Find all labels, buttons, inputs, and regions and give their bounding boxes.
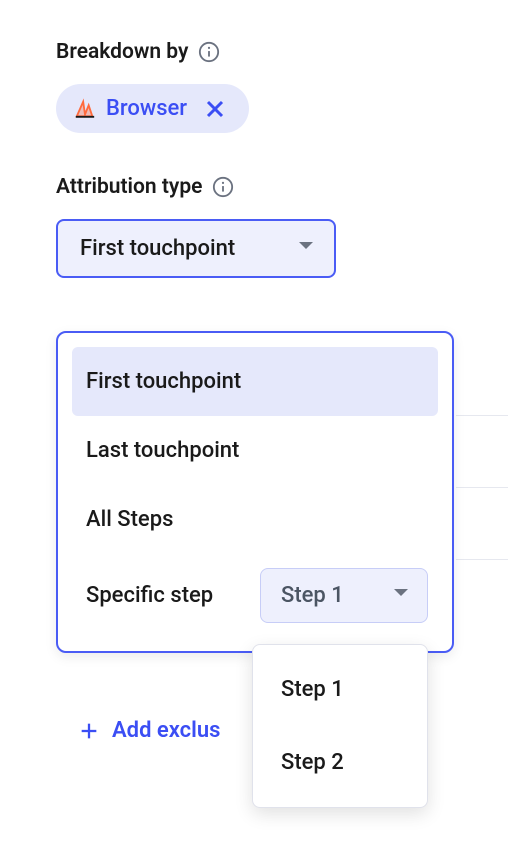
- option-first-touchpoint[interactable]: First touchpoint: [72, 347, 438, 416]
- option-label: First touchpoint: [86, 369, 241, 394]
- attribution-type-selected-value: First touchpoint: [80, 236, 235, 261]
- browser-icon: [74, 98, 96, 120]
- step-option-1[interactable]: Step 1: [253, 653, 427, 726]
- attribution-dropdown-panel: First touchpoint Last touchpoint All Ste…: [56, 331, 454, 653]
- divider: [456, 415, 508, 416]
- attribution-type-label: Attribution type: [56, 175, 508, 199]
- breakdown-by-text: Breakdown by: [56, 40, 188, 64]
- attribution-type-select[interactable]: First touchpoint: [56, 219, 336, 278]
- option-specific-step[interactable]: Specific step Step 1: [72, 554, 438, 637]
- attribution-type-text: Attribution type: [56, 175, 202, 199]
- step-option-label: Step 1: [281, 677, 344, 702]
- plus-icon: [78, 720, 100, 742]
- option-label: All Steps: [86, 507, 173, 532]
- option-all-steps[interactable]: All Steps: [72, 485, 438, 554]
- info-icon[interactable]: [198, 41, 220, 63]
- divider: [456, 559, 508, 560]
- divider: [456, 487, 508, 488]
- remove-chip-icon[interactable]: [203, 97, 227, 121]
- step-option-label: Step 2: [281, 750, 344, 775]
- option-last-touchpoint[interactable]: Last touchpoint: [72, 416, 438, 485]
- specific-step-selected-value: Step 1: [281, 583, 344, 608]
- specific-step-select[interactable]: Step 1: [260, 568, 428, 623]
- chevron-down-icon: [298, 241, 314, 257]
- option-label: Specific step: [86, 583, 213, 608]
- breakdown-chip-label: Browser: [106, 96, 187, 121]
- info-icon[interactable]: [212, 176, 234, 198]
- breakdown-chip-browser[interactable]: Browser: [56, 84, 249, 133]
- add-exclusion-button[interactable]: Add exclus: [78, 718, 220, 743]
- step-option-2[interactable]: Step 2: [253, 726, 427, 799]
- chevron-down-icon: [393, 588, 409, 604]
- specific-step-dropdown-panel: Step 1 Step 2: [252, 644, 428, 808]
- option-label: Last touchpoint: [86, 438, 239, 463]
- add-exclusion-label: Add exclus: [112, 718, 220, 743]
- breakdown-by-label: Breakdown by: [56, 40, 508, 64]
